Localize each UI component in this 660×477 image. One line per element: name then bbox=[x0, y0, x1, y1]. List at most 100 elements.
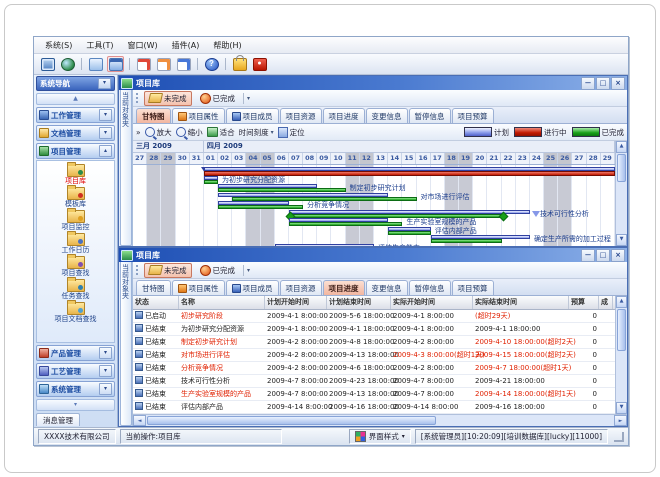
sidebar-scroll-down-button[interactable]: ▾ bbox=[36, 399, 115, 411]
close-button[interactable]: × bbox=[611, 249, 625, 262]
sidebar-item-项目查找[interactable]: 项目查找 bbox=[62, 256, 90, 278]
table-tab-项目预算[interactable]: 项目预算 bbox=[452, 280, 494, 295]
gantt-bar-actual[interactable] bbox=[388, 231, 431, 235]
gantt-bar-actual[interactable] bbox=[289, 222, 402, 226]
minimize-button[interactable]: － bbox=[581, 77, 595, 90]
gantt-tab-变更信息[interactable]: 变更信息 bbox=[366, 108, 408, 123]
sidebar-group-1[interactable]: 文档管理▾ bbox=[36, 125, 115, 141]
resize-grip[interactable] bbox=[614, 432, 624, 442]
gantt-tab-项目成员[interactable]: 项目成员 bbox=[226, 108, 279, 123]
menu-item-3[interactable]: 插件(A) bbox=[166, 39, 206, 52]
gantt-bar-actual[interactable] bbox=[218, 205, 303, 209]
gantt-tab-项目属性[interactable]: 项目属性 bbox=[172, 108, 225, 123]
table-row[interactable]: 已启动初步研究阶段2009-4-1 8:00:002009-5-6 18:00:… bbox=[133, 310, 615, 323]
sidebar-item-项目文档查找[interactable]: 项目文档查找 bbox=[55, 302, 97, 324]
sidebar-group-4[interactable]: 工艺管理▾ bbox=[36, 363, 115, 379]
folder-window-button[interactable] bbox=[107, 56, 124, 72]
client-button[interactable] bbox=[39, 56, 56, 72]
gantt-bar-actual[interactable] bbox=[431, 239, 502, 243]
scroll-right-icon[interactable]: ► bbox=[614, 415, 627, 426]
scrollbar-thumb[interactable] bbox=[617, 154, 626, 182]
toolbar-overflow-icon[interactable]: » bbox=[136, 128, 141, 137]
help-button[interactable]: ? bbox=[203, 56, 220, 72]
sidebar-item-模板库[interactable]: 模板库 bbox=[65, 187, 86, 209]
scroll-down-icon[interactable]: ▼ bbox=[616, 402, 627, 414]
close-button[interactable]: × bbox=[611, 77, 625, 90]
table-row[interactable]: 已结束生产实验室规模的产品2009-4-7 8:00:002009-4-13 1… bbox=[133, 388, 615, 401]
column-header-成[interactable]: 成 bbox=[599, 296, 613, 309]
table-window-titlebar[interactable]: 项目库 －□× bbox=[119, 248, 627, 262]
column-header-名称[interactable]: 名称 bbox=[179, 296, 265, 309]
chevron-down-icon[interactable]: ▾ bbox=[99, 383, 112, 395]
chevron-down-icon[interactable]: ▾ bbox=[99, 347, 112, 359]
table-tab-甘特图[interactable]: 甘特图 bbox=[136, 280, 171, 295]
ui-style-button[interactable]: 界面样式 ▾ bbox=[349, 429, 411, 444]
chevron-down-icon[interactable]: ▾ bbox=[99, 127, 112, 139]
gantt-filter-已完成[interactable]: 已完成 bbox=[195, 91, 241, 106]
chevron-down-icon[interactable]: ▾ bbox=[247, 95, 250, 102]
chevron-up-icon[interactable]: ▴ bbox=[99, 145, 112, 157]
report-orange-button[interactable] bbox=[155, 56, 172, 72]
sidebar-item-项目库[interactable]: 项目库 bbox=[65, 164, 86, 186]
gantt-bar-actual[interactable] bbox=[289, 214, 502, 218]
scrollbar-thumb[interactable] bbox=[617, 309, 626, 351]
message-manage-tab[interactable]: 消息管理 bbox=[36, 413, 80, 426]
table-tab-项目进度[interactable]: 项目进度 bbox=[323, 280, 365, 295]
scroll-left-icon[interactable]: ◄ bbox=[133, 415, 146, 426]
gantt-bar-actual[interactable] bbox=[218, 188, 346, 192]
table-row[interactable]: 已结束制定初步研究计划2009-4-2 8:00:002009-4-8 18:0… bbox=[133, 336, 615, 349]
table-row[interactable]: 已结束对市场进行评估2009-4-2 8:00:002009-4-13 18:0… bbox=[133, 349, 615, 362]
gantt-tab-暂停信息[interactable]: 暂停信息 bbox=[409, 108, 451, 123]
report-blue-button[interactable] bbox=[175, 56, 192, 72]
table-filter-未完成[interactable]: 未完成 bbox=[144, 263, 192, 278]
table-tab-变更信息[interactable]: 变更信息 bbox=[366, 280, 408, 295]
gantt-tool-缩小[interactable]: 缩小 bbox=[176, 127, 203, 138]
sidebar-group-5[interactable]: 系统管理▾ bbox=[36, 381, 115, 397]
sidebar-group-0[interactable]: 工作管理▾ bbox=[36, 107, 115, 123]
table-row[interactable]: 已结束技术可行性分析2009-4-7 8:00:002009-4-23 18:0… bbox=[133, 375, 615, 388]
sidebar-item-项目监控[interactable]: 项目监控 bbox=[62, 210, 90, 232]
globe-button[interactable] bbox=[59, 56, 76, 72]
gantt-tool-放大[interactable]: 放大 bbox=[145, 127, 172, 138]
folder-button[interactable] bbox=[87, 56, 104, 72]
gantt-tab-项目预算[interactable]: 项目预算 bbox=[452, 108, 494, 123]
column-header-状态[interactable]: 状态 bbox=[133, 296, 179, 309]
column-header-计划开始时间[interactable]: 计划开始时间 bbox=[265, 296, 327, 309]
scroll-down-icon[interactable]: ▼ bbox=[616, 234, 627, 246]
gantt-tab-项目资源[interactable]: 项目资源 bbox=[280, 108, 322, 123]
column-header-预算[interactable]: 预算 bbox=[569, 296, 599, 309]
column-header-计划结束时间[interactable]: 计划结束时间 bbox=[327, 296, 391, 309]
gantt-bar-actual[interactable] bbox=[204, 180, 218, 184]
maximize-button[interactable]: □ bbox=[596, 77, 610, 90]
table-vertical-scrollbar[interactable]: ▲ ▼ bbox=[615, 296, 627, 414]
gantt-tool-定位[interactable]: 定位 bbox=[278, 127, 305, 138]
gantt-filter-未完成[interactable]: 未完成 bbox=[144, 91, 192, 106]
lock-button[interactable] bbox=[231, 56, 248, 72]
gantt-bar-plan[interactable] bbox=[275, 244, 374, 247]
sidebar-item-任务查找[interactable]: 任务查找 bbox=[62, 279, 90, 301]
table-tab-项目资源[interactable]: 项目资源 bbox=[280, 280, 322, 295]
sidebar-scroll-up-button[interactable]: ▲ bbox=[36, 93, 115, 105]
scrollbar-thumb[interactable] bbox=[147, 416, 436, 425]
scroll-up-icon[interactable]: ▲ bbox=[616, 296, 627, 308]
menu-item-2[interactable]: 窗口(W) bbox=[121, 39, 163, 52]
minimize-button[interactable]: － bbox=[581, 249, 595, 262]
gantt-tab-项目进度[interactable]: 项目进度 bbox=[323, 108, 365, 123]
column-header-实际结束时间[interactable]: 实际结束时间 bbox=[473, 296, 569, 309]
table-tab-暂停信息[interactable]: 暂停信息 bbox=[409, 280, 451, 295]
table-tab-项目成员[interactable]: 项目成员 bbox=[226, 280, 279, 295]
scroll-up-icon[interactable]: ▲ bbox=[616, 141, 627, 153]
table-row[interactable]: 已结束分析竞争情况2009-4-2 8:00:002009-4-6 18:00:… bbox=[133, 362, 615, 375]
gantt-vertical-scrollbar[interactable]: ▲ ▼ bbox=[615, 141, 627, 246]
gantt-tab-甘特图[interactable]: 甘特图 bbox=[136, 108, 171, 123]
table-filter-已完成[interactable]: 已完成 bbox=[195, 263, 241, 278]
table-tab-项目属性[interactable]: 项目属性 bbox=[172, 280, 225, 295]
table-row[interactable]: 已结束评估内部产品2009-4-14 8:00:002009-4-16 18:0… bbox=[133, 401, 615, 414]
table-side-tab[interactable]: 当前对象夹 bbox=[119, 262, 133, 426]
gantt-tool-适合[interactable]: 适合 bbox=[207, 127, 235, 138]
column-header-实际开始时间[interactable]: 实际开始时间 bbox=[391, 296, 473, 309]
sidebar-collapse-button[interactable]: ▾ bbox=[98, 78, 111, 89]
maximize-button[interactable]: □ bbox=[596, 249, 610, 262]
menu-item-0[interactable]: 系统(S) bbox=[39, 39, 78, 52]
gantt-side-tab[interactable]: 当前对象夹 bbox=[119, 90, 133, 246]
